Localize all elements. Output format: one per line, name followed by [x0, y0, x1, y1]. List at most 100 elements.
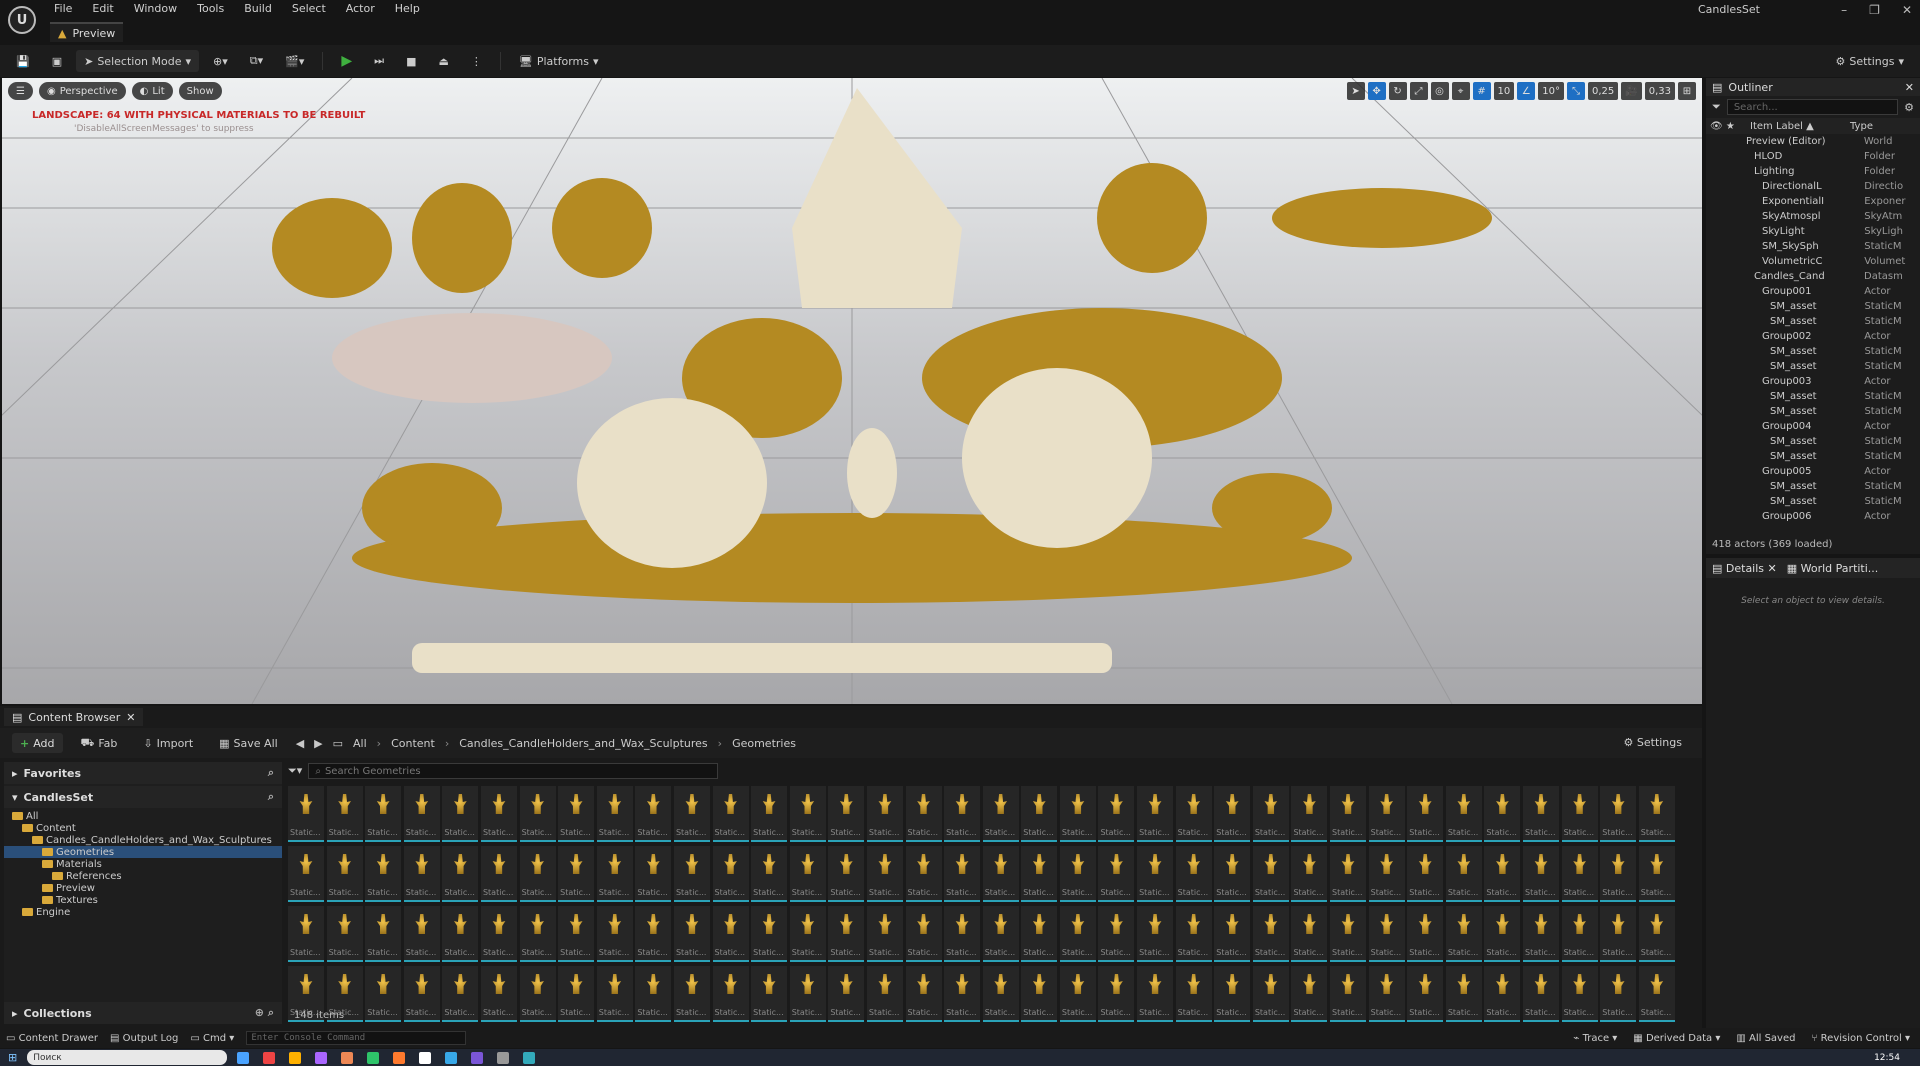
item-label-column[interactable]: Item Label ▲ — [1750, 121, 1850, 132]
asset-tile[interactable]: Static... — [982, 966, 1019, 1022]
asset-tile[interactable]: Static... — [1021, 846, 1058, 902]
outliner-row[interactable]: SM_asset StaticM — [1706, 449, 1920, 464]
folder-item[interactable]: Candles_CandleHolders_and_Wax_Sculptures — [4, 834, 282, 846]
asset-tile[interactable]: Static... — [905, 846, 942, 902]
fab-button[interactable]: ⛟ Fab — [73, 732, 126, 754]
document-tab-preview[interactable]: ▲ Preview — [50, 22, 124, 42]
asset-tile[interactable]: Static... — [403, 786, 440, 842]
asset-tile[interactable]: Static... — [288, 906, 324, 962]
all-saved-button[interactable]: ▥ All Saved — [1736, 1033, 1795, 1044]
asset-tile[interactable]: Static... — [1638, 906, 1675, 962]
outliner-row[interactable]: SM_asset StaticM — [1706, 389, 1920, 404]
asset-tile[interactable]: Static... — [635, 786, 672, 842]
taskbar-app-icon[interactable] — [289, 1051, 302, 1064]
outliner-row[interactable]: VolumetricC Volumet — [1706, 254, 1920, 269]
outliner-row[interactable]: Group002 Actor — [1706, 329, 1920, 344]
menu-help[interactable]: Help — [385, 3, 430, 15]
outliner-row[interactable]: Candles_Cand Datasm — [1706, 269, 1920, 284]
asset-tile[interactable]: Static... — [442, 786, 479, 842]
asset-tile[interactable]: Static... — [1252, 786, 1289, 842]
asset-tile[interactable]: Static... — [480, 906, 517, 962]
asset-tile[interactable]: Static... — [1445, 906, 1482, 962]
menu-edit[interactable]: Edit — [82, 3, 123, 15]
asset-tile[interactable]: Static... — [326, 846, 363, 902]
asset-tile[interactable]: Static... — [944, 846, 981, 902]
search-icon[interactable]: ⌕ — [268, 766, 274, 780]
selection-mode-button[interactable]: ➤ Selection Mode ▾ — [76, 50, 200, 72]
asset-tile[interactable]: Static... — [480, 786, 517, 842]
asset-tile[interactable]: Static... — [673, 846, 710, 902]
collections-section[interactable]: ▸ Collections ⊕ ⌕ — [4, 1002, 282, 1024]
asset-tile[interactable]: Static... — [1098, 966, 1135, 1022]
asset-tile[interactable]: Static... — [789, 966, 826, 1022]
rotation-snap-value[interactable]: 10° — [1538, 82, 1565, 100]
gear-icon[interactable]: ⚙ — [1904, 101, 1914, 114]
close-icon[interactable]: ✕ — [1902, 3, 1912, 17]
console-input[interactable]: Enter Console Command — [246, 1031, 467, 1045]
asset-tile[interactable]: Static... — [442, 906, 479, 962]
asset-tile[interactable]: Static... — [558, 966, 595, 1022]
world-partition-tab[interactable]: ▦ World Partiti... — [1787, 562, 1879, 575]
camera-speed-icon[interactable]: 🎥 — [1621, 82, 1642, 100]
import-button[interactable]: ⇩ Import — [135, 732, 201, 754]
asset-tile[interactable]: Static... — [1600, 846, 1637, 902]
asset-tile[interactable]: Static... — [673, 906, 710, 962]
scale-snap-icon[interactable]: ⤡ — [1567, 82, 1586, 100]
asset-tile[interactable]: Static... — [789, 786, 826, 842]
asset-tile[interactable]: Static... — [751, 966, 788, 1022]
asset-tile[interactable]: Static... — [828, 906, 865, 962]
asset-tile[interactable]: Static... — [1484, 966, 1521, 1022]
add-button[interactable]: + Add — [12, 733, 63, 753]
menu-file[interactable]: File — [44, 3, 82, 15]
outliner-row[interactable]: ExponentialI Exponer — [1706, 194, 1920, 209]
asset-tile[interactable]: Static... — [519, 966, 556, 1022]
asset-tile[interactable]: Static... — [1638, 786, 1675, 842]
grid-snap-icon[interactable]: # — [1472, 82, 1491, 100]
outliner-row[interactable]: SM_asset StaticM — [1706, 404, 1920, 419]
asset-tile[interactable]: Static... — [789, 906, 826, 962]
asset-tile[interactable]: Static... — [1600, 906, 1637, 962]
search-icon[interactable]: ⌕ — [268, 790, 274, 804]
asset-tile[interactable]: Static... — [1214, 846, 1251, 902]
asset-tile[interactable]: Static... — [905, 786, 942, 842]
outliner-row[interactable]: SkyLight SkyLigh — [1706, 224, 1920, 239]
folder-item[interactable]: Engine — [4, 906, 282, 918]
asset-tile[interactable]: Static... — [1137, 966, 1174, 1022]
asset-tile[interactable]: Static... — [480, 846, 517, 902]
asset-tile[interactable]: Static... — [944, 786, 981, 842]
asset-tile[interactable]: Static... — [480, 966, 517, 1022]
asset-tile[interactable]: Static... — [1291, 786, 1328, 842]
asset-tile[interactable]: Static... — [635, 846, 672, 902]
asset-tile[interactable]: Static... — [1638, 846, 1675, 902]
outliner-row[interactable]: Group003 Actor — [1706, 374, 1920, 389]
asset-tile[interactable]: Static... — [673, 966, 710, 1022]
asset-tile[interactable]: Static... — [365, 906, 402, 962]
asset-tile[interactable]: Static... — [1252, 846, 1289, 902]
outliner-row[interactable]: SM_asset StaticM — [1706, 434, 1920, 449]
play-icon[interactable]: ▶ — [333, 50, 360, 72]
asset-tile[interactable]: Static... — [982, 846, 1019, 902]
derived-data-button[interactable]: ▦ Derived Data ▾ — [1633, 1033, 1720, 1044]
taskbar-app-icon[interactable] — [315, 1051, 328, 1064]
visibility-icon[interactable]: 👁 ★ — [1710, 121, 1750, 132]
asset-tile[interactable]: Static... — [1291, 846, 1328, 902]
asset-tile[interactable]: Static... — [635, 906, 672, 962]
outliner-row[interactable]: Group005 Actor — [1706, 464, 1920, 479]
folder-item[interactable]: Geometries — [4, 846, 282, 858]
asset-tile[interactable]: Static... — [1600, 786, 1637, 842]
save-icon[interactable]: 💾 — [8, 50, 38, 72]
asset-tile[interactable]: Static... — [1098, 846, 1135, 902]
outliner-row[interactable]: Group001 Actor — [1706, 284, 1920, 299]
outliner-row[interactable]: Preview (Editor) World — [1706, 134, 1920, 149]
asset-tile[interactable]: Static... — [1175, 786, 1212, 842]
perspective-button[interactable]: ◉ Perspective — [38, 82, 126, 100]
asset-tile[interactable]: Static... — [635, 966, 672, 1022]
folder-item[interactable]: References — [4, 870, 282, 882]
asset-tile[interactable]: Static... — [1330, 846, 1367, 902]
asset-tile[interactable]: Static... — [1098, 906, 1135, 962]
asset-tile[interactable]: Static... — [1137, 906, 1174, 962]
close-icon[interactable]: ✕ — [1768, 562, 1777, 575]
menu-actor[interactable]: Actor — [336, 3, 385, 15]
menu-tools[interactable]: Tools — [187, 3, 234, 15]
asset-tile[interactable]: Static... — [712, 786, 749, 842]
